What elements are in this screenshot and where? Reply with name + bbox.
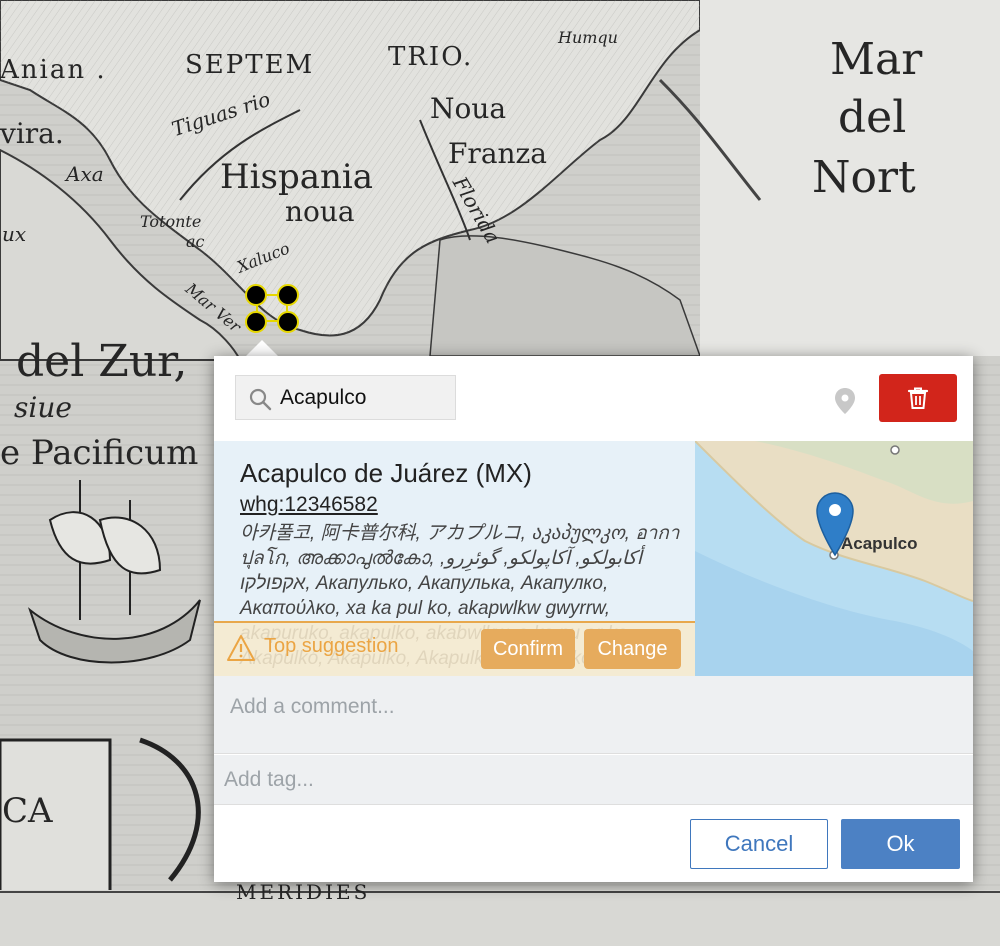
gazetteer-result: Acapulco de Juárez (MX) whg:12346582 아카풀… [214, 441, 973, 676]
resize-handle-top-right[interactable] [277, 284, 299, 306]
resize-handle-bottom-left[interactable] [245, 311, 267, 333]
map-label-totonte: Totonte [140, 212, 202, 231]
map-label-siue: siue [14, 391, 72, 424]
map-label-ca: CA [2, 791, 53, 831]
cancel-button[interactable]: Cancel [690, 819, 828, 869]
search-input[interactable] [280, 383, 450, 413]
confirm-button[interactable]: Confirm [481, 629, 575, 669]
mini-map-tiles [695, 441, 973, 676]
annotation-selection[interactable] [244, 284, 300, 334]
map-label-vira: vira. [0, 117, 64, 150]
map-label-humque: Humqu [558, 28, 618, 47]
popup-pointer [245, 340, 279, 357]
map-label-ac: ac [186, 232, 205, 251]
map-label-axa: Axa [66, 162, 104, 186]
ok-button[interactable]: Ok [841, 819, 960, 869]
map-label-nort: Nort [812, 152, 916, 203]
suggestion-label: Top suggestion [264, 635, 399, 657]
comment-input[interactable] [230, 692, 950, 722]
resize-handle-top-left[interactable] [245, 284, 267, 306]
map-label-septem: SEPTEM [185, 50, 315, 80]
annotation-editor: Acapulco de Juárez (MX) whg:12346582 아카풀… [214, 356, 973, 882]
map-label-pacificum: e Pacificum [0, 433, 199, 473]
map-label-noua: Noua [430, 92, 507, 125]
map-pin-icon[interactable] [830, 386, 860, 416]
map-label-del-zur: del Zur, [16, 336, 188, 387]
map-label-ux: ux [2, 222, 27, 246]
tag-input[interactable] [224, 765, 944, 795]
place-search[interactable] [235, 375, 456, 420]
search-icon [249, 388, 272, 411]
tag-section [214, 755, 973, 805]
delete-button[interactable] [879, 374, 957, 422]
map-label-hispania: Hispania [220, 157, 374, 197]
comment-section [214, 676, 973, 754]
result-details: Acapulco de Juárez (MX) whg:12346582 아카풀… [214, 441, 695, 676]
result-id-link[interactable]: whg:12346582 [240, 493, 378, 517]
warning-icon [227, 635, 255, 661]
map-label-del: del [838, 92, 907, 143]
map-label-anian: Anian . [0, 55, 107, 85]
resize-handle-bottom-right[interactable] [277, 311, 299, 333]
location-mini-map[interactable]: Acapulco [695, 441, 973, 676]
map-label-franza: Franza [448, 137, 547, 170]
change-button[interactable]: Change [584, 629, 681, 669]
map-label-meridies: MERIDIES [236, 880, 371, 904]
map-label-trio: TRIO. [388, 42, 474, 72]
suggestion-bar: Top suggestion Confirm Change [214, 621, 695, 676]
mini-map-place-label: Acapulco [841, 534, 918, 553]
map-label-noua-2: noua [285, 195, 355, 228]
map-label-mar: Mar [830, 34, 923, 85]
result-title: Acapulco de Juárez (MX) [240, 458, 532, 488]
trash-icon [907, 387, 929, 409]
